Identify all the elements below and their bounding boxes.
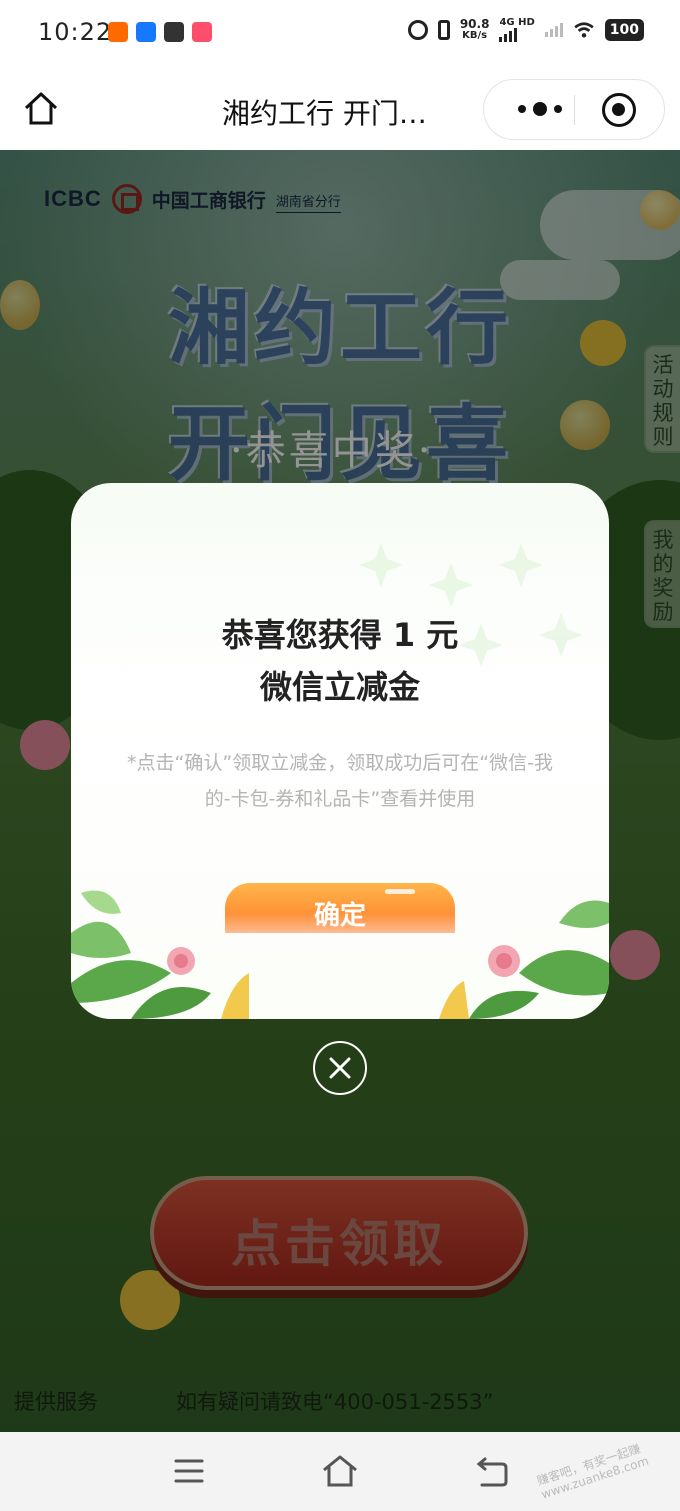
- wifi-icon: [574, 22, 594, 38]
- more-options-icon[interactable]: [510, 80, 574, 138]
- site-watermark: 赚客吧，有奖一起赚 www.zuanke8.com: [535, 1441, 651, 1502]
- network-type: 4G HD: [499, 17, 535, 28]
- leaf-decoration-left: [71, 890, 249, 1019]
- system-nav-bar: 赚客吧，有奖一起赚 www.zuanke8.com: [0, 1432, 680, 1511]
- signal-secondary-icon: [544, 23, 563, 37]
- system-back-icon[interactable]: [474, 1456, 510, 1488]
- prize-title-line1: 恭喜您获得 1 元: [221, 616, 459, 654]
- prize-title: 恭喜您获得 1 元 微信立减金: [71, 609, 609, 713]
- notification-icons: [108, 22, 212, 42]
- close-mini-program-icon[interactable]: [602, 93, 636, 127]
- prize-note: *点击“确认”领取立减金，领取成功后可在“微信-我的-卡包-券和礼品卡”查看并使…: [127, 752, 553, 810]
- status-bar: 10:22 90.8 KB/s 4G HD 100: [0, 0, 680, 70]
- network-speed-value: 90.8: [459, 17, 490, 31]
- mini-program-nav-bar: 湘约工行 开门…: [0, 70, 680, 150]
- close-icon: [329, 1057, 351, 1079]
- battery-icon: 100: [604, 19, 644, 41]
- signal-icon: [499, 28, 518, 42]
- taobao-app-icon: [108, 22, 128, 42]
- shopping-app-icon: [192, 22, 212, 42]
- capsule-divider: [574, 95, 575, 125]
- home-icon[interactable]: [20, 88, 62, 130]
- leaf-decoration-right: [439, 900, 609, 1019]
- status-right-group: 90.8 KB/s 4G HD 100: [407, 17, 644, 42]
- alarm-icon: [407, 20, 428, 40]
- network-speed: 90.8 KB/s: [460, 18, 490, 42]
- page-title: 湘约工行 开门…: [222, 97, 427, 130]
- prize-modal: 恭喜您获得 1 元 微信立减金 *点击“确认”领取立减金，领取成功后可在“微信-…: [71, 483, 609, 1019]
- cell-signal-primary: 4G HD: [499, 17, 535, 42]
- message-app-icon: [164, 22, 184, 42]
- recent-apps-icon[interactable]: [174, 1458, 204, 1484]
- system-home-icon[interactable]: [320, 1454, 360, 1488]
- close-modal-button[interactable]: [313, 1041, 367, 1095]
- vibrate-icon: [437, 20, 450, 40]
- network-speed-unit: KB/s: [462, 30, 488, 41]
- prize-title-line2: 微信立减金: [259, 668, 420, 706]
- status-time: 10:22: [38, 18, 113, 46]
- alipay-app-icon: [136, 22, 156, 42]
- mini-program-capsule: [483, 79, 665, 140]
